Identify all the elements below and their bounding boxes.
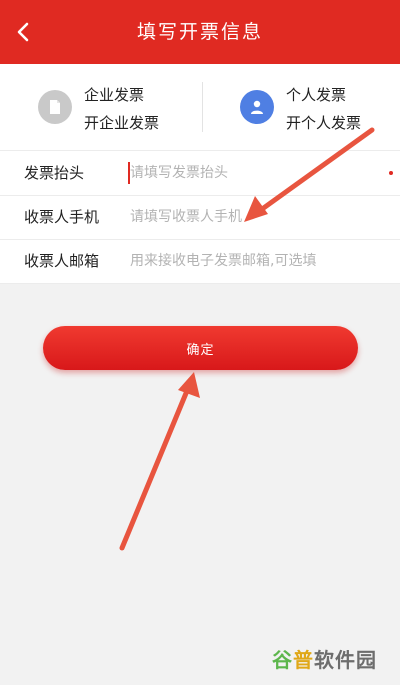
watermark-part-2: 普 [293,648,314,672]
watermark-part-3: 软件园 [314,648,377,672]
annotation-arrows [119,127,375,551]
annotation-arrow-to-confirm [119,372,200,551]
watermark: 谷普软件园 [272,644,377,673]
annotation-arrow-to-phone [244,127,375,222]
watermark-part-1: 谷 [272,648,293,672]
